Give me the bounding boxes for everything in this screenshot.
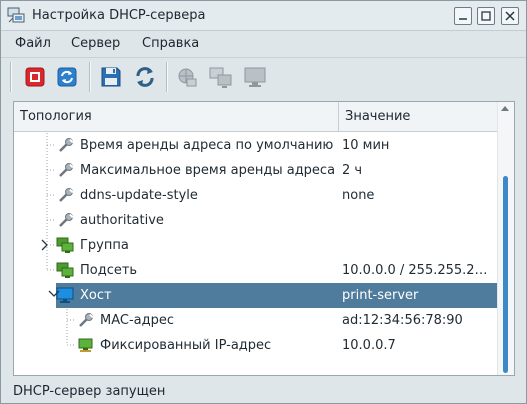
row-name: authoritative (80, 213, 164, 228)
minimize-button[interactable] (454, 7, 472, 25)
tree-row[interactable]: Максимальное время аренды адреса 2 ч (14, 158, 497, 183)
title-bar[interactable]: Настройка DHCP-сервера (1, 1, 526, 31)
save-icon (101, 67, 121, 87)
row-name: Время аренды адреса по умолчанию (80, 138, 334, 153)
column-header-value[interactable]: Значение (339, 102, 497, 132)
add-host-button[interactable] (241, 63, 269, 91)
row-value: 10 мин (342, 138, 390, 153)
add-subnet-button[interactable] (207, 63, 235, 91)
maximize-button[interactable] (477, 7, 495, 25)
toolbar (1, 57, 526, 95)
tree-rows: Время аренды адреса по умолчанию 10 мин … (14, 133, 497, 375)
tree-row[interactable]: Подсеть 10.0.0.0 / 255.255.2… (14, 258, 497, 283)
toolbar-separator (10, 62, 12, 92)
row-name: Группа (80, 238, 129, 253)
row-value: 10.0.0.7 (342, 338, 396, 353)
wrench-icon (57, 136, 75, 154)
tree-row-selected[interactable]: Хост print-server (56, 283, 497, 308)
close-button[interactable] (501, 7, 519, 25)
add-group-button[interactable] (173, 63, 201, 91)
wrench-icon (77, 311, 95, 329)
add-host-icon (244, 67, 266, 87)
status-bar: DHCP-сервер запущен (1, 381, 526, 403)
reload-button[interactable] (131, 63, 159, 91)
tree-row[interactable]: Группа (14, 233, 497, 258)
group-icon (56, 236, 74, 254)
row-name: Фиксированный IP-адрес (100, 338, 272, 353)
tree-row[interactable]: authoritative (14, 208, 497, 233)
tree-row[interactable]: Фиксированный IP-адрес 10.0.0.7 (14, 333, 497, 358)
menu-help[interactable]: Справка (142, 36, 199, 51)
add-group-icon (178, 68, 197, 87)
tree-row[interactable]: Время аренды адреса по умолчанию 10 мин (14, 133, 497, 158)
wrench-icon (57, 161, 75, 179)
wrench-icon (57, 211, 75, 229)
column-header-topology[interactable]: Топология (14, 102, 339, 132)
scrollbar-thumb[interactable] (503, 176, 508, 373)
status-text: DHCP-сервер запущен (13, 384, 166, 399)
row-value: print-server (342, 288, 419, 303)
menu-file[interactable]: Файл (15, 36, 51, 51)
toolbar-separator (166, 62, 168, 92)
row-value: ad:12:34:56:78:90 (342, 313, 463, 328)
menu-server[interactable]: Сервер (71, 36, 120, 51)
restart-server-button[interactable] (53, 63, 81, 91)
row-name: ddns-update-style (80, 188, 198, 203)
row-value: 2 ч (342, 163, 363, 178)
row-value: none (342, 188, 375, 203)
reload-icon (136, 67, 154, 87)
tree-row[interactable]: ddns-update-style none (14, 183, 497, 208)
row-name: MAC-адрес (100, 313, 175, 328)
toolbar-separator (89, 62, 91, 92)
row-name: Хост (80, 288, 112, 303)
tree-row[interactable]: MAC-адрес ad:12:34:56:78:90 (14, 308, 497, 333)
save-button[interactable] (97, 63, 125, 91)
row-name: Подсеть (80, 263, 138, 278)
row-value: 10.0.0.0 / 255.255.2… (342, 263, 488, 278)
subnet-icon (56, 261, 74, 279)
fixed-ip-icon (77, 336, 95, 354)
wrench-icon (57, 186, 75, 204)
collapse-arrow-icon[interactable] (47, 288, 61, 300)
stop-server-button[interactable] (21, 63, 49, 91)
tree-header: Топология Значение (14, 102, 497, 132)
app-network-icon (7, 7, 25, 25)
restart-icon (57, 67, 77, 87)
menu-bar: Файл Сервер Справка (1, 32, 526, 56)
add-subnet-icon (209, 67, 232, 88)
topology-tree[interactable]: Топология Значение Время аренды адреса п… (13, 101, 515, 376)
window-title: Настройка DHCP-сервера (32, 8, 206, 23)
scroll-up-arrow-icon[interactable] (501, 106, 509, 111)
row-name: Максимальное время аренды адреса (80, 163, 336, 178)
stop-icon (25, 67, 45, 87)
app-window: Настройка DHCP-сервера Файл Сервер Справ… (0, 0, 527, 404)
expand-arrow-icon[interactable] (40, 237, 50, 253)
